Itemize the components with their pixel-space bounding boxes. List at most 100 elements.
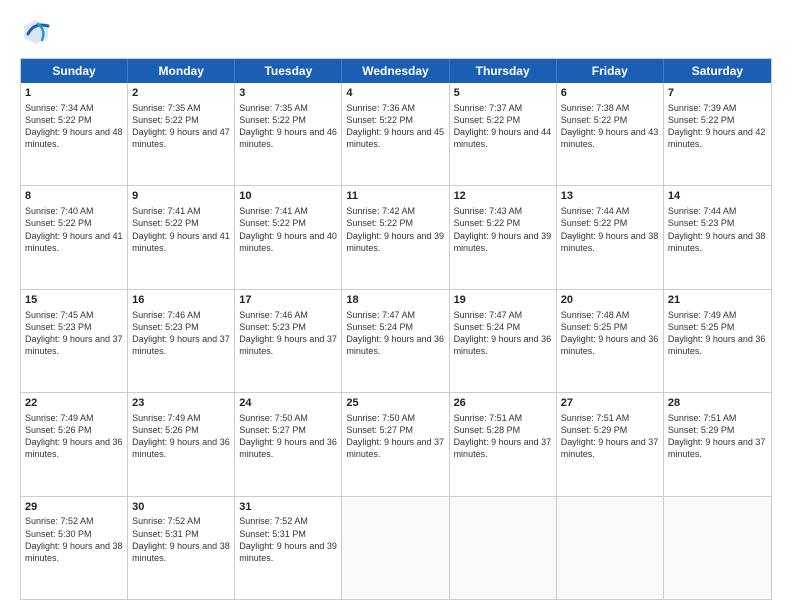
calendar-cell: 1Sunrise: 7:34 AMSunset: 5:22 PMDaylight… bbox=[21, 83, 128, 185]
day-number: 5 bbox=[454, 86, 552, 101]
day-number: 10 bbox=[239, 189, 337, 204]
calendar-cell: 30Sunrise: 7:52 AMSunset: 5:31 PMDayligh… bbox=[128, 497, 235, 599]
calendar-cell: 20Sunrise: 7:48 AMSunset: 5:25 PMDayligh… bbox=[557, 290, 664, 392]
day-number: 31 bbox=[239, 500, 337, 515]
day-number: 1 bbox=[25, 86, 123, 101]
calendar-cell: 6Sunrise: 7:38 AMSunset: 5:22 PMDaylight… bbox=[557, 83, 664, 185]
daylight: Daylight: 9 hours and 37 minutes. bbox=[561, 437, 659, 459]
header-day: Sunday bbox=[21, 59, 128, 83]
sunrise: Sunrise: 7:47 AM bbox=[346, 310, 415, 320]
sunrise: Sunrise: 7:36 AM bbox=[346, 103, 415, 113]
calendar-body: 1 Sunrise: 7:34 AM Sunset: 5:22 PM Daylight… bbox=[21, 83, 771, 599]
calendar-cell bbox=[342, 497, 449, 599]
sunset: Sunset: 5:25 PM bbox=[561, 322, 628, 332]
calendar-row: 29Sunrise: 7:52 AMSunset: 5:30 PMDayligh… bbox=[21, 497, 771, 599]
sunset: Sunset: 5:22 PM bbox=[239, 115, 306, 125]
daylight: Daylight: 9 hours and 41 minutes. bbox=[25, 231, 123, 253]
sunrise: Sunrise: 7:49 AM bbox=[25, 413, 94, 423]
calendar-cell: 2Sunrise: 7:35 AMSunset: 5:22 PMDaylight… bbox=[128, 83, 235, 185]
sunrise: Sunrise: 7:34 AM bbox=[25, 103, 94, 113]
day-number: 20 bbox=[561, 293, 659, 308]
calendar-cell: 8Sunrise: 7:40 AMSunset: 5:22 PMDaylight… bbox=[21, 186, 128, 288]
sunrise: Sunrise: 7:51 AM bbox=[454, 413, 523, 423]
calendar-cell: 14Sunrise: 7:44 AMSunset: 5:23 PMDayligh… bbox=[664, 186, 771, 288]
calendar-row: 15 Sunrise: 7:45 AM Sunset: 5:23 PM Dayligh… bbox=[21, 290, 771, 393]
sunrise: Sunrise: 7:41 AM bbox=[132, 206, 201, 216]
calendar-cell: 3Sunrise: 7:35 AMSunset: 5:22 PMDaylight… bbox=[235, 83, 342, 185]
calendar-row: 22Sunrise: 7:49 AMSunset: 5:26 PMDayligh… bbox=[21, 393, 771, 496]
sunrise: Sunrise: 7:37 AM bbox=[454, 103, 523, 113]
sunrise: Sunrise: 7:50 AM bbox=[239, 413, 308, 423]
day-number: 12 bbox=[454, 189, 552, 204]
day-number: 13 bbox=[561, 189, 659, 204]
daylight: Daylight: 9 hours and 37 minutes. bbox=[454, 437, 552, 459]
day-number: 16 bbox=[132, 293, 230, 308]
daylight: Daylight: 9 hours and 36 minutes. bbox=[454, 334, 552, 356]
sunrise: Sunrise: 7:49 AM bbox=[668, 310, 737, 320]
daylight: Daylight: 9 hours and 39 minutes. bbox=[239, 541, 337, 563]
sunset: Sunset: 5:22 PM bbox=[454, 218, 521, 228]
daylight: Daylight: 9 hours and 48 minutes. bbox=[25, 127, 123, 149]
sunrise: Sunrise: 7:44 AM bbox=[561, 206, 630, 216]
sunset: Sunset: 5:27 PM bbox=[239, 425, 306, 435]
header-day: Saturday bbox=[664, 59, 771, 83]
sunset: Sunset: 5:22 PM bbox=[668, 115, 735, 125]
daylight: Daylight: 9 hours and 36 minutes. bbox=[668, 334, 766, 356]
daylight: Daylight: 9 hours and 38 minutes. bbox=[25, 541, 123, 563]
calendar-row: 8Sunrise: 7:40 AMSunset: 5:22 PMDaylight… bbox=[21, 186, 771, 289]
sunset: Sunset: 5:25 PM bbox=[668, 322, 735, 332]
logo-icon bbox=[20, 16, 52, 48]
sunset: Sunset: 5:22 PM bbox=[346, 115, 413, 125]
sunrise: Sunrise: 7:52 AM bbox=[25, 516, 94, 526]
calendar-cell: 28Sunrise: 7:51 AMSunset: 5:29 PMDayligh… bbox=[664, 393, 771, 495]
sunrise: Sunrise: 7:43 AM bbox=[454, 206, 523, 216]
daylight: Daylight: 9 hours and 44 minutes. bbox=[454, 127, 552, 149]
sunset: Sunset: 5:23 PM bbox=[25, 322, 92, 332]
daylight: Daylight: 9 hours and 36 minutes. bbox=[25, 437, 123, 459]
sunrise: Sunrise: 7:51 AM bbox=[668, 413, 737, 423]
daylight: Daylight: 9 hours and 45 minutes. bbox=[346, 127, 444, 149]
day-number: 26 bbox=[454, 396, 552, 411]
sunset: Sunset: 5:29 PM bbox=[561, 425, 628, 435]
page: SundayMondayTuesdayWednesdayThursdayFrid… bbox=[0, 0, 792, 612]
header-day: Wednesday bbox=[342, 59, 449, 83]
sunrise: Sunrise: 7:52 AM bbox=[132, 516, 201, 526]
sunset: Sunset: 5:22 PM bbox=[454, 115, 521, 125]
calendar-cell bbox=[664, 497, 771, 599]
sunrise: Sunrise: 7:41 AM bbox=[239, 206, 308, 216]
sunrise: Sunrise: 7:39 AM bbox=[668, 103, 737, 113]
calendar: SundayMondayTuesdayWednesdayThursdayFrid… bbox=[20, 58, 772, 600]
calendar-cell: 22Sunrise: 7:49 AMSunset: 5:26 PMDayligh… bbox=[21, 393, 128, 495]
day-number: 9 bbox=[132, 189, 230, 204]
daylight: Daylight: 9 hours and 38 minutes. bbox=[668, 231, 766, 253]
sunrise: Sunrise: 7:50 AM bbox=[346, 413, 415, 423]
calendar-cell: 27Sunrise: 7:51 AMSunset: 5:29 PMDayligh… bbox=[557, 393, 664, 495]
sunrise: Sunrise: 7:35 AM bbox=[239, 103, 308, 113]
sunset: Sunset: 5:22 PM bbox=[561, 218, 628, 228]
sunrise: Sunrise: 7:52 AM bbox=[239, 516, 308, 526]
daylight: Daylight: 9 hours and 36 minutes. bbox=[132, 437, 230, 459]
calendar-cell: 24Sunrise: 7:50 AMSunset: 5:27 PMDayligh… bbox=[235, 393, 342, 495]
day-number: 29 bbox=[25, 500, 123, 515]
daylight: Daylight: 9 hours and 43 minutes. bbox=[561, 127, 659, 149]
sunset: Sunset: 5:26 PM bbox=[132, 425, 199, 435]
sunrise: Sunrise: 7:40 AM bbox=[25, 206, 94, 216]
sunset: Sunset: 5:22 PM bbox=[132, 218, 199, 228]
calendar-cell: 25Sunrise: 7:50 AMSunset: 5:27 PMDayligh… bbox=[342, 393, 449, 495]
header-day: Tuesday bbox=[235, 59, 342, 83]
sunrise: Sunrise: 7:45 AM bbox=[25, 310, 94, 320]
calendar-cell: 29Sunrise: 7:52 AM Sunset: 5:30 PM Dayligh… bbox=[21, 497, 128, 599]
sunset: Sunset: 5:31 PM bbox=[239, 529, 306, 539]
day-number: 30 bbox=[132, 500, 230, 515]
calendar-cell: 23Sunrise: 7:49 AMSunset: 5:26 PMDayligh… bbox=[128, 393, 235, 495]
calendar-row: 1 Sunrise: 7:34 AM Sunset: 5:22 PM Daylight… bbox=[21, 83, 771, 186]
daylight: Daylight: 9 hours and 36 minutes. bbox=[346, 334, 444, 356]
day-number: 14 bbox=[668, 189, 767, 204]
day-number: 15 bbox=[25, 293, 123, 308]
day-number: 19 bbox=[454, 293, 552, 308]
day-number: 17 bbox=[239, 293, 337, 308]
daylight: Daylight: 9 hours and 37 minutes. bbox=[346, 437, 444, 459]
sunset: Sunset: 5:30 PM bbox=[25, 529, 92, 539]
calendar-cell: 17Sunrise: 7:46 AMSunset: 5:23 PMDayligh… bbox=[235, 290, 342, 392]
day-number: 4 bbox=[346, 86, 444, 101]
